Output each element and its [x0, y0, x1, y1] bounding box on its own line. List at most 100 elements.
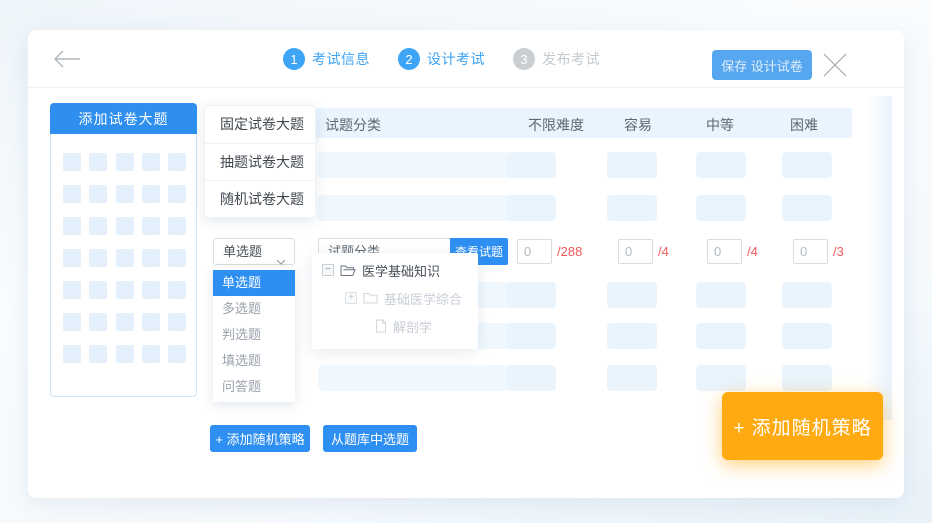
placeholder-square [63, 313, 81, 331]
option-judge-choice[interactable]: 判选题 [213, 322, 295, 348]
question-type-select[interactable]: 单选题 [213, 238, 295, 265]
placeholder-squares-row [51, 153, 198, 171]
placeholder-square [142, 249, 160, 267]
col-medium: 中等 [706, 115, 734, 135]
dialog-topbar: 1 考试信息 2 设计考试 3 发布考试 保存 设计试卷 [28, 30, 904, 88]
tree-node-leaf[interactable]: 解剖学 [375, 317, 432, 335]
count-hard: /3 [793, 239, 844, 264]
save-design-paper-button[interactable]: 保存 设计试卷 [712, 50, 812, 80]
placeholder-square [142, 281, 160, 299]
step-1-circle: 1 [283, 48, 305, 70]
placeholder-block [318, 365, 508, 391]
placeholder-square [116, 313, 134, 331]
section-type-menu: 固定试卷大题 抽题试卷大题 随机试卷大题 [204, 105, 316, 218]
placeholder-block [782, 323, 832, 349]
collapse-icon[interactable]: − [322, 264, 334, 276]
placeholder-square [142, 185, 160, 203]
placeholder-square [89, 153, 107, 171]
count-any-difficulty: /288 [517, 239, 582, 264]
limit-easy: /4 [658, 244, 669, 259]
placeholder-square [142, 345, 160, 363]
step-2-label: 设计考试 [427, 49, 485, 69]
count-input-hard[interactable] [793, 239, 828, 264]
placeholder-block [782, 365, 832, 391]
placeholder-square [89, 313, 107, 331]
tree-node-child-label[interactable]: 基础医学综合 [384, 289, 462, 308]
placeholder-block [782, 282, 832, 308]
count-input-medium[interactable] [707, 239, 742, 264]
placeholder-block [607, 152, 657, 178]
placeholder-block [506, 323, 556, 349]
placeholder-block [696, 282, 746, 308]
step-publish-exam: 3 发布考试 [513, 48, 600, 70]
placeholder-block [782, 152, 832, 178]
placeholder-block [318, 195, 508, 221]
option-multi-choice[interactable]: 多选题 [213, 296, 295, 322]
placeholder-square [142, 153, 160, 171]
option-qa[interactable]: 问答题 [213, 374, 295, 400]
add-section-button[interactable]: 添加试卷大题 [50, 103, 197, 134]
tree-node-leaf-label[interactable]: 解剖学 [393, 317, 432, 336]
close-icon[interactable] [822, 52, 848, 78]
step-exam-info: 1 考试信息 [283, 48, 370, 70]
count-input-easy[interactable] [618, 239, 653, 264]
option-single-choice[interactable]: 单选题 [213, 270, 295, 296]
question-type-options: 单选题 多选题 判选题 填选题 问答题 [213, 268, 295, 402]
tree-node-root[interactable]: − 医学基础知识 [322, 261, 440, 279]
placeholder-square [168, 217, 186, 235]
menu-item-fixed-section[interactable]: 固定试卷大题 [205, 106, 315, 143]
placeholder-block [696, 365, 746, 391]
placeholder-square [142, 217, 160, 235]
placeholder-squares-row [51, 217, 198, 235]
col-category: 试题分类 [325, 115, 381, 135]
placeholder-square [116, 281, 134, 299]
placeholder-block [782, 195, 832, 221]
menu-item-random-section[interactable]: 随机试卷大题 [205, 180, 315, 217]
placeholder-square [63, 217, 81, 235]
pick-from-bank-button[interactable]: 从题库中选题 [323, 425, 417, 452]
placeholder-block [506, 282, 556, 308]
count-input-any[interactable] [517, 239, 552, 264]
add-random-strategy-button[interactable]: + 添加随机策略 [210, 425, 310, 452]
placeholder-square [168, 185, 186, 203]
count-medium: /4 [707, 239, 758, 264]
placeholder-square [116, 153, 134, 171]
placeholder-block [696, 152, 746, 178]
step-3-circle: 3 [513, 48, 535, 70]
question-type-value: 单选题 [223, 244, 262, 259]
placeholder-block [607, 365, 657, 391]
exam-design-dialog: 1 考试信息 2 设计考试 3 发布考试 保存 设计试卷 添加试卷大题 固定试卷… [28, 30, 904, 498]
limit-hard: /3 [833, 244, 844, 259]
placeholder-square [89, 217, 107, 235]
placeholder-block [696, 323, 746, 349]
expand-icon[interactable]: + [345, 292, 357, 304]
placeholder-square [116, 217, 134, 235]
scroll-edge-gradient [866, 96, 892, 420]
floating-add-random-strategy-button[interactable]: + 添加随机策略 [722, 392, 883, 460]
placeholder-squares-row [51, 185, 198, 203]
tree-node-root-label[interactable]: 医学基础知识 [362, 261, 440, 280]
col-easy: 容易 [624, 115, 652, 135]
file-icon [375, 319, 387, 333]
placeholder-squares-row [51, 249, 198, 267]
placeholder-block [506, 365, 556, 391]
placeholder-square [168, 153, 186, 171]
placeholder-square [168, 313, 186, 331]
step-indicator: 1 考试信息 2 设计考试 3 发布考试 [283, 30, 600, 88]
placeholder-squares-row [51, 345, 198, 363]
placeholder-square [63, 153, 81, 171]
limit-medium: /4 [747, 244, 758, 259]
folder-open-icon [340, 264, 356, 277]
option-fill-choice[interactable]: 填选题 [213, 348, 295, 374]
back-arrow-icon[interactable] [52, 47, 82, 71]
tree-node-child[interactable]: + 基础医学综合 [345, 289, 462, 307]
placeholder-square [168, 345, 186, 363]
placeholder-square [116, 249, 134, 267]
placeholder-squares-row [51, 281, 198, 299]
category-tree-popup: − 医学基础知识 + 基础医学综合 解剖学 [312, 253, 478, 349]
menu-item-draw-section[interactable]: 抽题试卷大题 [205, 143, 315, 180]
count-easy: /4 [618, 239, 669, 264]
col-any-difficulty: 不限难度 [528, 115, 584, 135]
placeholder-square [89, 185, 107, 203]
placeholder-square [63, 249, 81, 267]
